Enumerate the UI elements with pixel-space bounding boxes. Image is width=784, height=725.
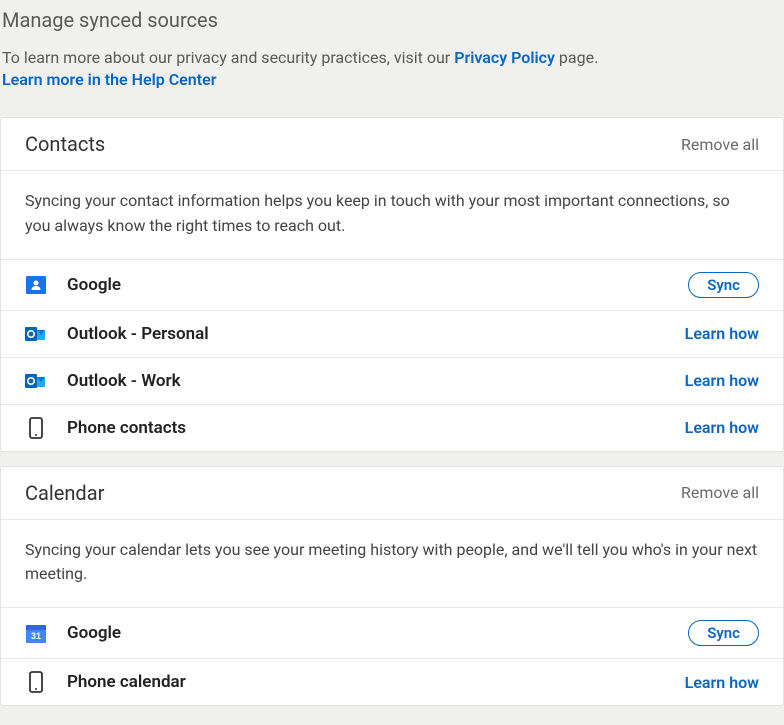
header-description: To learn more about our privacy and secu… [2,46,782,70]
contacts-card: Contacts Remove all Syncing your contact… [0,117,784,452]
calendar-description: Syncing your calendar lets you see your … [1,520,783,609]
phone-icon [25,417,47,439]
contacts-title: Contacts [25,132,105,156]
svg-text:31: 31 [31,631,41,641]
source-label: Google [67,623,688,643]
calendar-card: Calendar Remove all Syncing your calenda… [0,466,784,707]
source-label: Phone calendar [67,672,685,692]
page-header: Manage synced sources To learn more abou… [0,0,784,103]
calendar-source-phone: Phone calendar Learn how [1,659,783,705]
source-label: Google [67,275,688,295]
phone-calendar-learn-how-link[interactable]: Learn how [685,673,759,692]
outlook-icon [25,370,47,392]
help-center-link[interactable]: Learn more in the Help Center [2,70,782,89]
header-desc-prefix: To learn more about our privacy and secu… [2,48,454,67]
google-calendar-sync-button[interactable]: Sync [688,620,759,646]
phone-contacts-learn-how-link[interactable]: Learn how [685,418,759,437]
google-contacts-icon [25,274,47,296]
phone-icon [25,671,47,693]
outlook-work-learn-how-link[interactable]: Learn how [685,371,759,390]
calendar-remove-all-button[interactable]: Remove all [681,483,759,502]
contacts-source-phone: Phone contacts Learn how [1,405,783,451]
source-label: Outlook - Personal [67,324,685,344]
contacts-source-outlook-work: Outlook - Work Learn how [1,358,783,405]
contacts-source-outlook-personal: Outlook - Personal Learn how [1,311,783,358]
contacts-description: Syncing your contact information helps y… [1,171,783,260]
google-calendar-icon: 31 [25,622,47,644]
source-label: Phone contacts [67,418,685,438]
google-contacts-sync-button[interactable]: Sync [688,272,759,298]
contacts-header: Contacts Remove all [1,118,783,171]
page-title: Manage synced sources [2,8,782,32]
contacts-source-google: Google Sync [1,260,783,311]
outlook-icon [25,323,47,345]
calendar-title: Calendar [25,481,104,505]
source-label: Outlook - Work [67,371,685,391]
calendar-header: Calendar Remove all [1,467,783,520]
calendar-source-google: 31 Google Sync [1,608,783,659]
header-desc-suffix: page. [555,48,598,67]
contacts-remove-all-button[interactable]: Remove all [681,135,759,154]
privacy-policy-link[interactable]: Privacy Policy [454,48,555,67]
outlook-personal-learn-how-link[interactable]: Learn how [685,324,759,343]
